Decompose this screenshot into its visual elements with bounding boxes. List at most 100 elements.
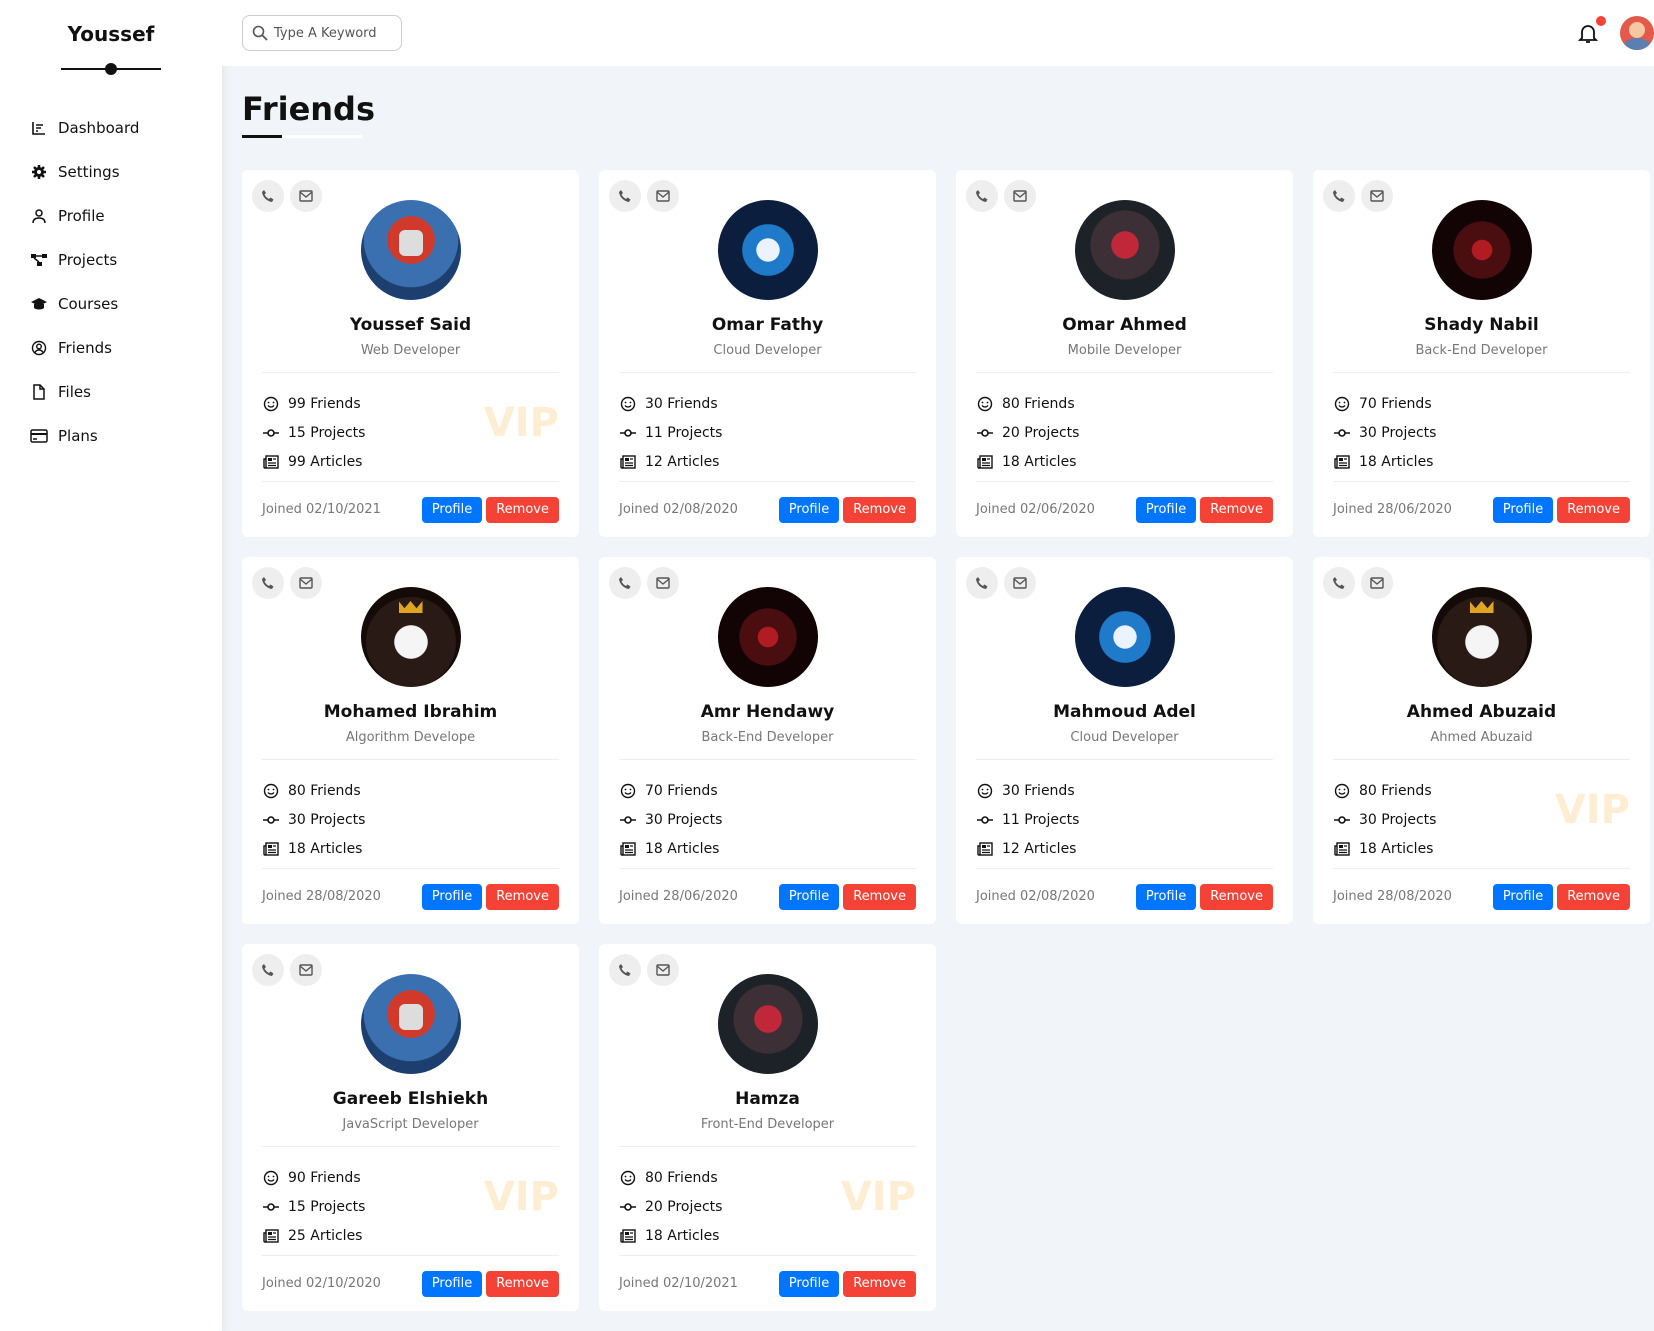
remove-button[interactable]: Remove — [843, 496, 916, 523]
stat-articles-text: 18 Articles — [645, 840, 720, 857]
call-button[interactable] — [609, 954, 641, 986]
call-button[interactable] — [1323, 180, 1355, 212]
sidebar-item-courses[interactable]: Courses — [0, 282, 222, 326]
stat-articles: 99 Articles — [262, 447, 559, 476]
search-input[interactable] — [274, 25, 394, 41]
stat-articles: 18 Articles — [619, 1221, 916, 1250]
email-button[interactable] — [290, 180, 322, 212]
sidebar-item-settings[interactable]: Settings — [0, 150, 222, 194]
remove-button[interactable]: Remove — [1557, 496, 1630, 523]
friend-stats: 30 Friends 11 Projects 12 Articles — [599, 373, 936, 476]
remove-button[interactable]: Remove — [486, 1270, 559, 1297]
sidebar-item-friends[interactable]: Friends — [0, 326, 222, 370]
sidebar-item-dashboard[interactable]: Dashboard — [0, 106, 222, 150]
profile-button[interactable]: Profile — [1492, 496, 1554, 523]
call-button[interactable] — [1323, 567, 1355, 599]
stat-articles-text: 25 Articles — [288, 1227, 363, 1244]
profile-button[interactable]: Profile — [778, 496, 840, 523]
sidebar-item-plans[interactable]: Plans — [0, 414, 222, 458]
joined-date: Joined 02/08/2020 — [619, 502, 738, 517]
notification-badge — [1596, 16, 1606, 26]
email-button[interactable] — [647, 180, 679, 212]
email-button[interactable] — [1004, 567, 1036, 599]
sidebar-item-files[interactable]: Files — [0, 370, 222, 414]
card-footer: Joined 02/08/2020 Profile Remove — [976, 868, 1273, 924]
call-button[interactable] — [252, 954, 284, 986]
user-avatar[interactable] — [1620, 16, 1654, 50]
smile-icon — [262, 395, 280, 413]
remove-button[interactable]: Remove — [486, 496, 559, 523]
email-button[interactable] — [647, 954, 679, 986]
profile-button[interactable]: Profile — [1492, 883, 1554, 910]
contact-actions — [966, 180, 1036, 212]
remove-button[interactable]: Remove — [843, 1270, 916, 1297]
stat-projects: 11 Projects — [619, 418, 916, 447]
joined-date: Joined 02/10/2020 — [262, 1276, 381, 1291]
email-button[interactable] — [647, 567, 679, 599]
commit-icon — [619, 424, 637, 442]
sidebar-item-label: Settings — [58, 163, 120, 181]
remove-button[interactable]: Remove — [1200, 496, 1273, 523]
email-button[interactable] — [1004, 180, 1036, 212]
stat-projects: 30 Projects — [262, 805, 559, 834]
sidebar-item-profile[interactable]: Profile — [0, 194, 222, 238]
vip-watermark: VIP — [483, 400, 559, 446]
dashboard-chart-icon — [30, 119, 48, 137]
call-button[interactable] — [609, 567, 641, 599]
notifications-button[interactable] — [1576, 16, 1606, 45]
stat-projects: 20 Projects — [976, 418, 1273, 447]
card-footer: Joined 28/06/2020 Profile Remove — [1333, 481, 1630, 537]
search-box[interactable] — [242, 15, 402, 51]
remove-button[interactable]: Remove — [1557, 883, 1630, 910]
email-button[interactable] — [290, 954, 322, 986]
profile-button[interactable]: Profile — [421, 883, 483, 910]
stat-projects-text: 30 Projects — [288, 811, 366, 828]
smile-icon — [262, 1169, 280, 1187]
friend-avatar — [1431, 587, 1532, 687]
call-button[interactable] — [609, 180, 641, 212]
call-button[interactable] — [252, 180, 284, 212]
friend-name: Omar Ahmed — [1062, 315, 1187, 335]
envelope-icon — [656, 577, 670, 589]
card-actions: Profile Remove — [1135, 883, 1273, 910]
joined-date: Joined 28/08/2020 — [262, 889, 381, 904]
profile-button[interactable]: Profile — [421, 496, 483, 523]
stat-projects-text: 15 Projects — [288, 1198, 366, 1215]
profile-button[interactable]: Profile — [778, 883, 840, 910]
friend-avatar — [1074, 587, 1175, 687]
profile-button[interactable]: Profile — [778, 1270, 840, 1297]
friend-name: Gareeb Elshiekh — [332, 1089, 489, 1109]
smile-icon — [619, 1169, 637, 1187]
phone-icon — [619, 964, 631, 976]
call-button[interactable] — [252, 567, 284, 599]
card-footer: Joined 28/06/2020 Profile Remove — [619, 868, 916, 924]
call-button[interactable] — [966, 567, 998, 599]
profile-button[interactable]: Profile — [1135, 496, 1197, 523]
email-button[interactable] — [1361, 567, 1393, 599]
contact-actions — [252, 954, 322, 986]
friend-card: Amr Hendawy Back-End Developer 70 Friend… — [599, 557, 936, 924]
friend-card: Omar Fathy Cloud Developer 30 Friends 11… — [599, 170, 936, 537]
gear-icon — [30, 163, 48, 181]
call-button[interactable] — [966, 180, 998, 212]
remove-button[interactable]: Remove — [486, 883, 559, 910]
newspaper-icon — [619, 453, 637, 471]
profile-button[interactable]: Profile — [421, 1270, 483, 1297]
card-actions: Profile Remove — [1492, 883, 1630, 910]
profile-button[interactable]: Profile — [1135, 883, 1197, 910]
contact-actions — [609, 567, 679, 599]
email-button[interactable] — [290, 567, 322, 599]
remove-button[interactable]: Remove — [1200, 883, 1273, 910]
stat-friends-text: 70 Friends — [645, 782, 718, 799]
user-icon — [30, 207, 48, 225]
stat-articles: 25 Articles — [262, 1221, 559, 1250]
sidebar-item-projects[interactable]: Projects — [0, 238, 222, 282]
commit-icon — [976, 811, 994, 829]
envelope-icon — [1370, 190, 1384, 202]
email-button[interactable] — [1361, 180, 1393, 212]
remove-button[interactable]: Remove — [843, 883, 916, 910]
friend-name: Ahmed Abuzaid — [1406, 702, 1557, 722]
newspaper-icon — [619, 1227, 637, 1245]
stat-articles-text: 99 Articles — [288, 453, 363, 470]
friend-card: Mohamed Ibrahim Algorithm Develope 80 Fr… — [242, 557, 579, 924]
